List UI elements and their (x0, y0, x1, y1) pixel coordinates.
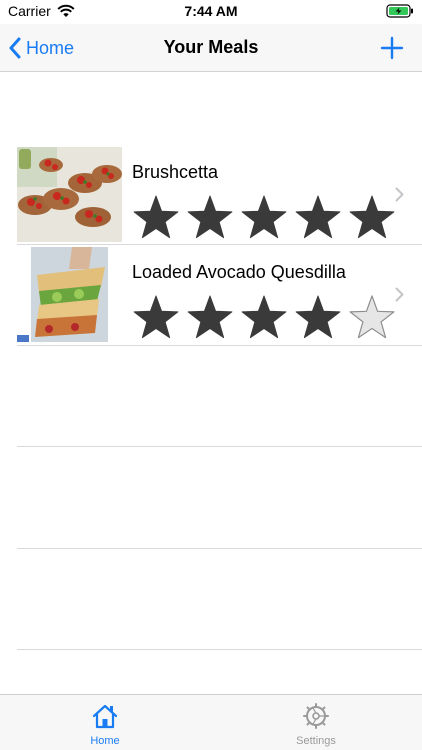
page-title: Your Meals (163, 37, 259, 57)
battery-charging-icon (386, 4, 414, 23)
status-bar: Carrier 7:44 AM (0, 0, 422, 24)
star-filled-icon[interactable] (132, 293, 180, 341)
bruschetta-photo (17, 147, 122, 242)
star-filled-icon[interactable] (294, 193, 342, 241)
house-icon (92, 704, 118, 729)
star-filled-icon[interactable] (132, 193, 180, 241)
chevron-right-icon (395, 287, 404, 302)
tab-home[interactable]: Home (55, 703, 155, 747)
tab-label: Home (90, 735, 120, 747)
plus-icon (380, 36, 404, 60)
row-separator (17, 649, 422, 650)
star-filled-icon[interactable] (186, 293, 234, 341)
star-empty-icon[interactable] (348, 293, 396, 341)
chevron-right-icon (395, 187, 404, 202)
row-separator (17, 244, 422, 245)
gear-icon (303, 703, 329, 729)
row-separator (17, 446, 422, 447)
add-button[interactable] (380, 36, 404, 65)
rating-control[interactable] (132, 193, 396, 241)
meal-name: Brushcetta (132, 162, 219, 182)
star-filled-icon[interactable] (186, 193, 234, 241)
quesadilla-photo (17, 247, 122, 342)
clock: 7:44 AM (184, 3, 238, 19)
tab-settings[interactable]: Settings (266, 703, 366, 747)
rating-control[interactable] (132, 293, 396, 341)
meal-name: Loaded Avocado Quesdilla (132, 262, 346, 282)
tab-label: Settings (296, 735, 336, 747)
meal-list: Brushcetta Loaded Avocado Quesdilla (0, 72, 422, 694)
star-filled-icon[interactable] (348, 193, 396, 241)
meal-row-brushcetta[interactable]: Brushcetta (17, 147, 422, 247)
star-filled-icon[interactable] (294, 293, 342, 341)
star-filled-icon[interactable] (240, 193, 288, 241)
row-separator (17, 345, 422, 346)
navigation-bar: Home Your Meals (0, 24, 422, 72)
tab-bar: Home Settings (0, 694, 422, 750)
meal-row-quesadilla[interactable]: Loaded Avocado Quesdilla (17, 247, 422, 347)
star-filled-icon[interactable] (240, 293, 288, 341)
row-separator (17, 548, 422, 549)
